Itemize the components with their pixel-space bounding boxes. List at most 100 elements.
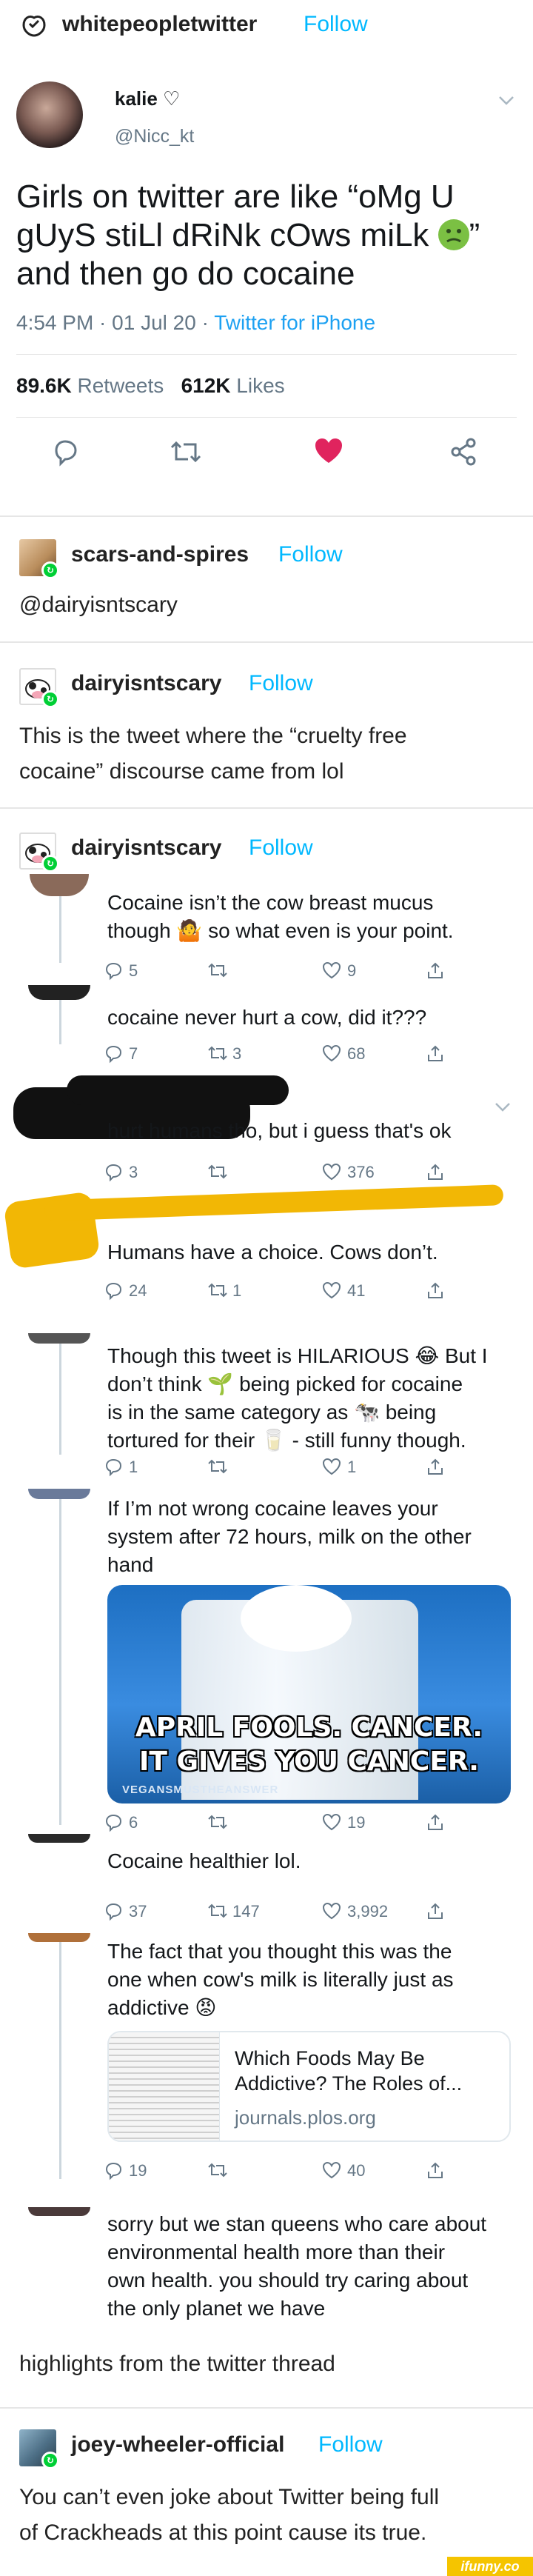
reply-text: Humans have a choice. Cows don’t. xyxy=(107,1238,438,1267)
reblog2-blog-name[interactable]: dairyisntscary xyxy=(71,671,221,696)
reply-line: the only planet we have xyxy=(107,2297,326,2320)
thread-reply-count: 5 xyxy=(129,961,138,980)
chevron-down-icon[interactable] xyxy=(495,1102,511,1112)
thread-reply-icon[interactable] xyxy=(104,1458,124,1477)
thread-like-icon[interactable] xyxy=(322,1458,343,1477)
reblog2-text: This is the tweet where the “cruelty fre… xyxy=(19,718,407,790)
post-divider xyxy=(0,515,533,517)
thread-like-icon[interactable] xyxy=(322,961,343,981)
thread-reply-count: 6 xyxy=(129,1813,138,1832)
likes-count[interactable]: 612K xyxy=(181,374,231,397)
thread-retweet-icon[interactable] xyxy=(207,1813,228,1832)
thread-share-icon[interactable] xyxy=(426,2161,446,2180)
reblog3-caption: highlights from the twitter thread xyxy=(19,2352,335,2376)
thread-like-icon[interactable] xyxy=(322,1902,343,1921)
thread-like-count: 40 xyxy=(347,2161,366,2180)
reply-line: Cocaine isn’t the cow breast mucus xyxy=(107,891,434,914)
thread-share-icon[interactable] xyxy=(426,1281,446,1301)
reply-line: is in the same category as 🐄 being xyxy=(107,1401,437,1424)
tweet-avatar[interactable] xyxy=(16,81,83,148)
link-card[interactable]: Which Foods May Be Addictive? The Roles … xyxy=(107,2031,511,2142)
nauseated-face-emoji-icon xyxy=(438,219,469,250)
thread-reply-count: 7 xyxy=(129,1044,138,1063)
thread-share-icon[interactable] xyxy=(426,961,446,981)
thread-line xyxy=(59,1344,61,1455)
reply-line: environmental health more than their xyxy=(107,2240,446,2263)
reply-line: Though this tweet is HILARIOUS 😂 But I xyxy=(107,1344,488,1367)
reply-avatar xyxy=(28,985,90,1000)
thread-retweet-icon[interactable] xyxy=(207,1902,228,1921)
thread-retweet-icon[interactable] xyxy=(207,1281,228,1301)
thread-reply-count: 37 xyxy=(129,1902,147,1921)
tweet-author-name[interactable]: kalie ♡ xyxy=(115,87,180,110)
thread-retweet-count: 1 xyxy=(232,1281,242,1300)
thread-share-icon[interactable] xyxy=(426,1458,446,1477)
thread-reply-icon[interactable] xyxy=(104,1813,124,1832)
reply-text: Though this tweet is HILARIOUS 😂 But I d… xyxy=(107,1342,488,1455)
reblog2-text-line: cocaine” discourse came from lol xyxy=(19,759,344,784)
retweets-count[interactable]: 89.6K xyxy=(16,374,72,397)
thread-like-icon[interactable] xyxy=(322,1044,343,1064)
header-follow-button[interactable]: Follow xyxy=(304,12,368,37)
thread-like-icon[interactable] xyxy=(322,1813,343,1832)
link-card-title-line: Addictive? The Roles of... xyxy=(235,2072,463,2095)
milk-meme-image[interactable]: APRIL FOOLS. CANCER. IT GIVES YOU CANCER… xyxy=(107,1585,511,1803)
thread-reply-icon[interactable] xyxy=(104,2161,124,2180)
share-icon[interactable] xyxy=(449,437,478,467)
reply-text: cocaine never hurt a cow, did it??? xyxy=(107,1004,426,1032)
thread-retweet-icon[interactable] xyxy=(207,2161,228,2180)
reply-line: tortured for their 🥛 - still funny thoug… xyxy=(107,1429,466,1452)
tweet-source-link[interactable]: Twitter for iPhone xyxy=(214,311,375,334)
reblog4-text-line: You can’t even joke about Twitter being … xyxy=(19,2485,440,2509)
thread-share-icon[interactable] xyxy=(426,1813,446,1832)
thread-reply-icon[interactable] xyxy=(104,961,124,981)
reblog4-follow-button[interactable]: Follow xyxy=(318,2432,383,2457)
thread-share-icon[interactable] xyxy=(426,1044,446,1064)
reblog3-blog-name[interactable]: dairyisntscary xyxy=(71,835,221,861)
reblog3-follow-button[interactable]: Follow xyxy=(249,835,313,861)
thread-line xyxy=(59,1000,61,1044)
thread-like-icon[interactable] xyxy=(322,2161,343,2180)
reply-text: If I’m not wrong cocaine leaves your sys… xyxy=(107,1495,472,1579)
heart-icon[interactable] xyxy=(314,437,343,465)
header-blog-name[interactable]: whitepeopletwitter xyxy=(62,12,257,37)
reply-avatar xyxy=(28,1333,90,1344)
thread-reply-icon[interactable] xyxy=(104,1902,124,1921)
reblog2-follow-button[interactable]: Follow xyxy=(249,671,313,696)
thread-share-icon[interactable] xyxy=(426,1902,446,1921)
reblog1-follow-button[interactable]: Follow xyxy=(278,542,343,567)
retweets-label: Retweets xyxy=(77,374,164,397)
tweet-time: 4:54 PM · 01 Jul 20 · xyxy=(16,311,215,334)
chevron-down-icon[interactable] xyxy=(497,95,515,107)
reply-icon[interactable] xyxy=(50,437,80,467)
reply-line: If I’m not wrong cocaine leaves your xyxy=(107,1497,438,1520)
thread-retweet-icon[interactable] xyxy=(207,1163,228,1182)
thread-reply-icon[interactable] xyxy=(104,1044,124,1064)
thread-like-icon[interactable] xyxy=(322,1281,343,1301)
thread-reply-count: 1 xyxy=(129,1458,138,1476)
thread-reply-icon[interactable] xyxy=(104,1281,124,1301)
thread-retweet-icon[interactable] xyxy=(207,961,228,981)
reblog-icon: ↻ xyxy=(41,561,59,579)
reply-line: The fact that you thought this was the xyxy=(107,1940,452,1963)
ifunny-watermark-text: ifunny.co xyxy=(460,2558,520,2574)
thread-retweet-icon[interactable] xyxy=(207,1458,228,1477)
thread-like-icon[interactable] xyxy=(322,1163,343,1182)
reblog4-blog-name[interactable]: joey-wheeler-official xyxy=(71,2432,284,2457)
post-divider xyxy=(0,2407,533,2409)
thread-like-count: 9 xyxy=(347,961,357,980)
thread-share-icon[interactable] xyxy=(426,1163,446,1182)
tweet-author-handle[interactable]: @Nicc_kt xyxy=(115,126,194,147)
thread-retweet-icon[interactable] xyxy=(207,1044,228,1064)
reblog-icon: ↻ xyxy=(41,855,59,872)
thread-reply-count: 24 xyxy=(129,1281,147,1300)
reply-line: cocaine never hurt a cow, did it??? xyxy=(107,1006,427,1029)
reblog1-blog-name[interactable]: scars-and-spires xyxy=(71,542,249,567)
tweet-divider xyxy=(16,354,517,355)
tweet-text-line: Girls on twitter are like “oMg U xyxy=(16,178,455,215)
retweet-icon[interactable] xyxy=(169,438,203,465)
tweet-text-line: and then go do cocaine xyxy=(16,256,355,292)
thread-reply-icon[interactable] xyxy=(104,1163,124,1182)
milk-splash xyxy=(241,1585,352,1652)
reply-line: hurt humans tho, but i guess that's ok xyxy=(107,1119,452,1142)
